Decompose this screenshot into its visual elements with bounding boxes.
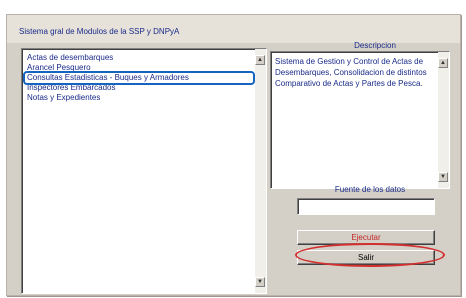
scroll-down-icon[interactable]: ▼ <box>438 172 448 182</box>
modules-listbox[interactable]: Actas de desembarques Arancel Pesquero C… <box>21 48 267 294</box>
description-label: Descripcion <box>354 41 396 50</box>
description-text: Sistema de Gestion y Control de Actas de… <box>275 57 427 88</box>
description-scrollbar[interactable]: ▲ ▼ <box>438 52 449 188</box>
scroll-down-icon[interactable]: ▼ <box>255 277 265 287</box>
title-bar: Sistema gral de Modulos de la SSP y DNPy… <box>7 15 460 43</box>
list-item[interactable]: Arancel Pesquero <box>25 63 253 73</box>
list-item-selected[interactable]: Consultas Estadisticas - Buques y Armado… <box>23 71 255 85</box>
run-button[interactable]: Ejecutar <box>297 230 435 245</box>
exit-button[interactable]: Salir <box>297 250 435 265</box>
scroll-up-icon[interactable]: ▲ <box>438 58 448 68</box>
window-title: Sistema gral de Modulos de la SSP y DNPy… <box>19 27 180 36</box>
description-box: Sistema de Gestion y Control de Actas de… <box>270 51 450 189</box>
modules-list-items: Actas de desembarques Arancel Pesquero C… <box>23 53 255 103</box>
modules-scrollbar[interactable]: ▲ ▼ <box>255 49 266 293</box>
scroll-up-icon[interactable]: ▲ <box>255 55 265 65</box>
main-window: Sistema gral de Modulos de la SSP y DNPy… <box>6 14 461 296</box>
list-item[interactable]: Actas de desembarques <box>25 53 253 63</box>
data-source-input[interactable] <box>297 198 435 215</box>
list-item[interactable]: Inspectores Embarcados <box>25 83 253 93</box>
list-item[interactable]: Notas y Expedientes <box>25 93 253 103</box>
data-source-label: Fuente de los datos <box>334 185 406 194</box>
